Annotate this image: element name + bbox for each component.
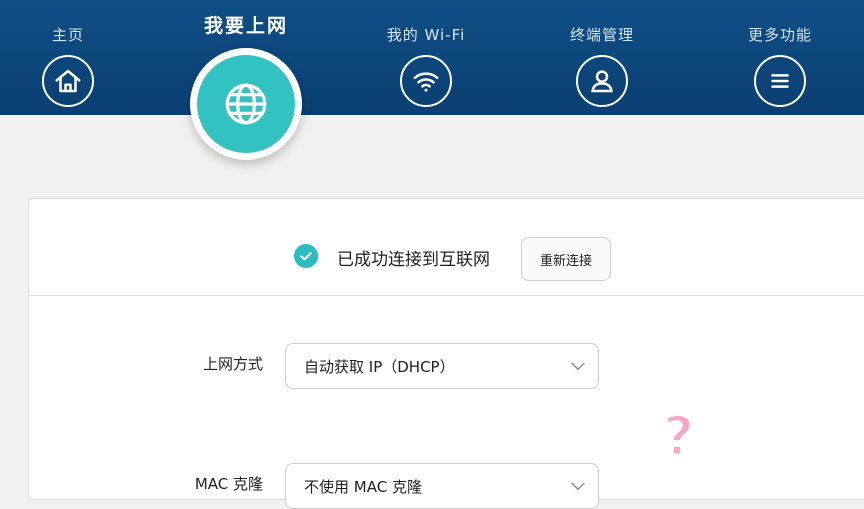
user-icon bbox=[576, 55, 628, 107]
mac-clone-label: MAC 克隆 bbox=[194, 475, 263, 493]
nav-label-home: 主页 bbox=[51, 26, 84, 44]
nav-label-wifi: 我的 Wi-Fi bbox=[386, 26, 466, 44]
nav-active-inner bbox=[197, 55, 295, 153]
nav-item-more[interactable]: 更多功能 bbox=[710, 0, 850, 115]
connection-type-value: 自动获取 IP（DHCP） bbox=[304, 358, 455, 376]
connection-type-label: 上网方式 bbox=[202, 355, 263, 373]
nav-label-devices: 终端管理 bbox=[569, 26, 634, 44]
nav-item-devices[interactable]: 终端管理 bbox=[532, 0, 672, 115]
globe-icon bbox=[225, 83, 267, 125]
reconnect-button[interactable]: 重新连接 bbox=[521, 237, 611, 281]
chevron-down-icon bbox=[571, 482, 585, 491]
connection-status-row: 已成功连接到互联网 重新连接 bbox=[29, 199, 864, 296]
top-navigation: 主页 我要上网 我的 Wi-Fi 终端管理 更多功能 bbox=[0, 0, 864, 115]
nav-active-internet-button[interactable] bbox=[190, 48, 302, 160]
home-icon bbox=[42, 55, 94, 107]
nav-label-internet: 我要上网 bbox=[203, 15, 288, 37]
nav-item-wifi[interactable]: 我的 Wi-Fi bbox=[356, 0, 496, 115]
chevron-down-icon bbox=[571, 362, 585, 371]
nav-label-more: 更多功能 bbox=[747, 26, 812, 44]
menu-icon bbox=[754, 55, 806, 107]
check-circle-icon bbox=[294, 244, 318, 268]
connection-type-select[interactable]: 自动获取 IP（DHCP） bbox=[285, 343, 599, 389]
wifi-icon bbox=[400, 55, 452, 107]
mac-clone-value: 不使用 MAC 克隆 bbox=[304, 478, 422, 496]
connection-status-text: 已成功连接到互联网 bbox=[337, 250, 490, 270]
nav-item-home[interactable]: 主页 bbox=[0, 0, 138, 115]
video-caption: 一条宽带设置两个路由器? bbox=[57, 404, 696, 470]
